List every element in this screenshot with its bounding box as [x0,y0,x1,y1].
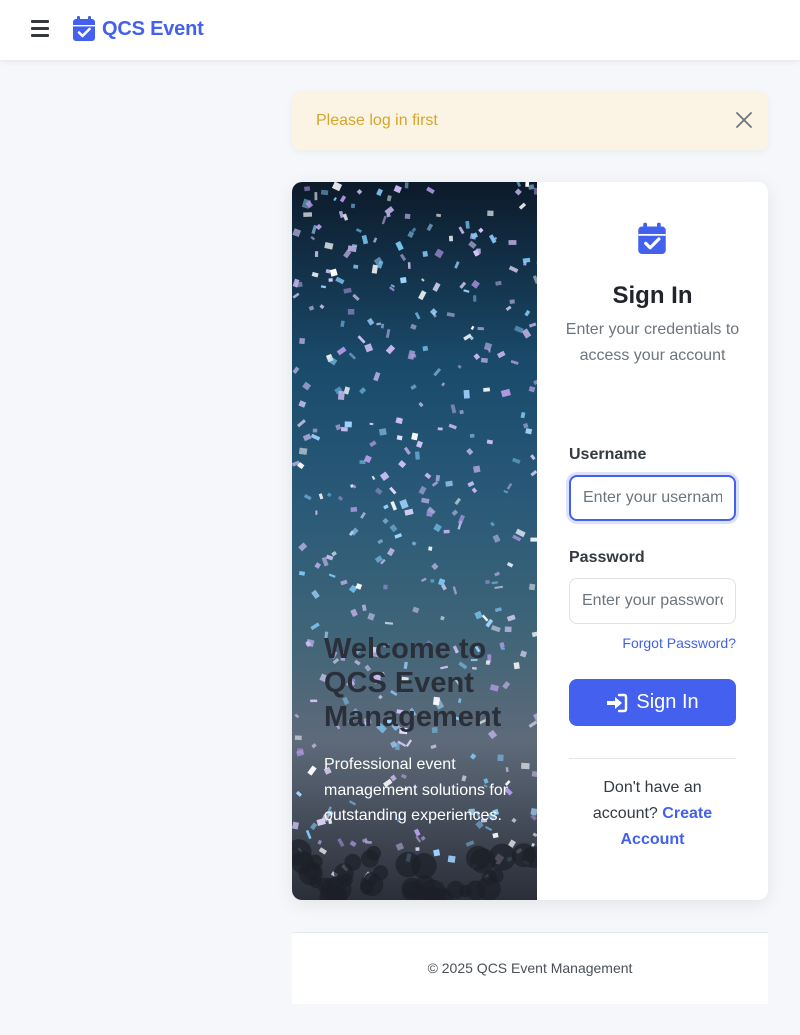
calendar-check-icon [73,16,95,41]
login-required-alert: Please log in first [292,92,768,150]
top-navbar: QCS Event [0,0,800,60]
form-description: Enter your credentials to access your ac… [565,321,740,364]
hero-subtitle: Professional event management solutions … [324,756,509,824]
username-label: Username [569,446,647,463]
brand-name: QCS Event [102,17,204,40]
password-input[interactable] [569,578,736,624]
brand-link[interactable]: QCS Event [72,16,204,42]
calendar-check-icon [638,222,666,254]
hamburger-menu-icon[interactable] [31,20,51,40]
username-input[interactable] [569,475,736,521]
hero-title: Welcome to QCS Event Management [324,633,502,733]
password-label: Password [569,549,645,566]
sign-in-button[interactable]: Sign In [569,679,736,726]
login-card: Welcome to QCS Event Management Professi… [292,182,768,900]
form-title: Sign In [612,282,693,309]
register-prompt: Don't have an account? Create Account [577,775,728,853]
page-footer: © 2025 QCS Event Management [292,932,768,1004]
close-icon[interactable] [734,110,754,130]
hero-image-panel: Welcome to QCS Event Management Professi… [292,182,537,900]
sign-in-label: Sign In [636,691,699,713]
forgot-password-link[interactable]: Forgot Password? [622,635,736,651]
copyright-text: © 2025 QCS Event Management [427,960,633,976]
form-divider [569,758,736,759]
login-form: Sign In Enter your credentials to access… [537,182,768,900]
alert-message: Please log in first [316,112,438,129]
sign-in-icon [607,693,628,712]
